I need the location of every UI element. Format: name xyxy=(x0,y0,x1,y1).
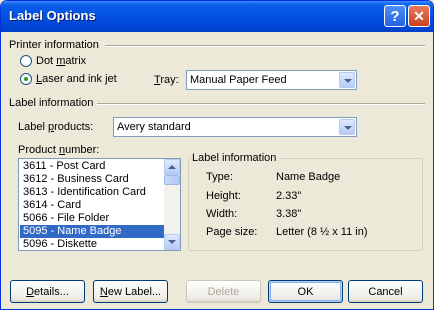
width-label: Width: xyxy=(206,208,238,220)
printer-section-divider xyxy=(105,45,425,47)
label-details-title: Label information xyxy=(191,152,281,164)
tray-value: Manual Paper Feed xyxy=(190,74,287,86)
list-item-selected[interactable]: 5095 - Name Badge xyxy=(20,225,164,238)
page-size-label: Page size: xyxy=(206,226,258,238)
label-section-divider xyxy=(97,103,425,105)
label-products-label: Label products: xyxy=(18,121,94,133)
list-item[interactable]: 5066 - File Folder xyxy=(20,212,164,225)
close-icon: ✕ xyxy=(413,7,425,24)
tray-label: Tray: xyxy=(154,74,179,86)
arrow-up-icon[interactable] xyxy=(164,159,180,175)
arrow-down-icon[interactable] xyxy=(164,234,180,250)
list-item[interactable]: 3612 - Business Card xyxy=(20,173,164,186)
printer-section-title: Printer information xyxy=(9,39,103,51)
height-value: 2.33" xyxy=(276,190,302,202)
dot-matrix-radio[interactable] xyxy=(20,55,32,67)
delete-button[interactable]: Delete xyxy=(186,280,261,303)
laser-ink-jet-radio[interactable] xyxy=(20,73,32,85)
laser-ink-jet-label[interactable]: Laser and ink jet xyxy=(36,73,117,85)
width-value: 3.38" xyxy=(276,208,302,220)
cancel-button[interactable]: Cancel xyxy=(348,280,423,303)
details-button[interactable]: Details... xyxy=(10,280,85,303)
help-button[interactable]: ? xyxy=(384,5,406,27)
product-number-listbox[interactable]: 3611 - Post Card 3612 - Business Card 36… xyxy=(18,158,181,251)
label-section-title: Label information xyxy=(9,97,98,109)
tray-combobox[interactable]: Manual Paper Feed xyxy=(186,70,357,90)
list-item[interactable]: 3614 - Card xyxy=(20,199,164,212)
dot-matrix-label[interactable]: Dot matrix xyxy=(36,55,86,67)
title-bar[interactable]: Label Options ? ✕ xyxy=(1,1,433,32)
product-number-label: Product number: xyxy=(18,144,100,156)
help-icon: ? xyxy=(390,7,400,25)
label-products-combobox[interactable]: Avery standard xyxy=(113,117,357,137)
ok-button[interactable]: OK xyxy=(268,280,343,303)
height-label: Height: xyxy=(206,190,241,202)
label-products-value: Avery standard xyxy=(117,121,191,133)
window-title: Label Options xyxy=(9,8,96,23)
chevron-down-icon[interactable] xyxy=(339,119,355,135)
page-size-value: Letter (8 ½ x 11 in) xyxy=(276,226,368,238)
list-scrollbar[interactable] xyxy=(164,159,180,250)
list-item[interactable]: 3611 - Post Card xyxy=(20,160,164,173)
label-options-dialog: Label Options ? ✕ Printer information Do… xyxy=(0,0,434,310)
chevron-down-icon[interactable] xyxy=(339,72,355,88)
list-item[interactable]: 5096 - Diskette xyxy=(20,238,164,250)
close-button[interactable]: ✕ xyxy=(408,5,430,27)
new-label-button[interactable]: New Label... xyxy=(93,280,168,303)
list-item[interactable]: 3613 - Identification Card xyxy=(20,186,164,199)
type-label: Type: xyxy=(206,171,233,183)
scroll-thumb[interactable] xyxy=(164,175,180,185)
type-value: Name Badge xyxy=(276,171,341,183)
